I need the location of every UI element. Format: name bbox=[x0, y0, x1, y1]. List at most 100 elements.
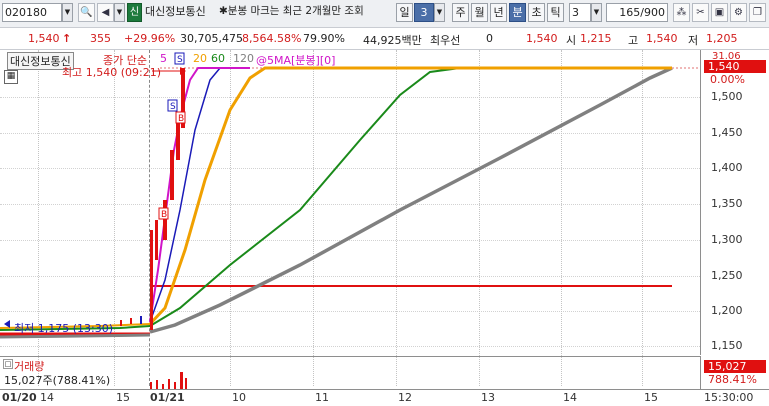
period-dropdown-button[interactable]: ▼ bbox=[434, 3, 445, 22]
speaker-dropdown-button[interactable]: ▼ bbox=[114, 3, 125, 22]
legend-ma20[interactable]: 20 bbox=[193, 52, 207, 65]
tab-year[interactable]: 년 bbox=[490, 3, 507, 22]
x-tick: 11 bbox=[315, 391, 329, 404]
volume-pct: 8,564.58% bbox=[242, 32, 302, 45]
x-tick: 10 bbox=[232, 391, 246, 404]
legend-ma5[interactable]: 5 bbox=[160, 52, 167, 65]
volume-pct-label: 788.41% bbox=[708, 373, 757, 386]
search-icon[interactable]: 🔍 bbox=[78, 3, 95, 22]
y-tick: 1,200 bbox=[711, 304, 743, 317]
sell-marker-icon: S bbox=[167, 99, 178, 112]
current-pct-label: 0.00% bbox=[710, 73, 745, 86]
volume-value-tag: 15,027 bbox=[704, 360, 766, 373]
priority-value: 0 bbox=[486, 32, 493, 45]
interval-dropdown-button[interactable]: ▼ bbox=[591, 3, 602, 22]
volume-bar bbox=[150, 382, 152, 389]
volume-bar bbox=[174, 382, 176, 389]
legend-ma60[interactable]: 60 bbox=[211, 52, 225, 65]
y-tick: 1,450 bbox=[711, 126, 743, 139]
quote-bar: 1,540 ↑ 355 +29.96% 30,705,475 8,564.58%… bbox=[0, 28, 769, 50]
volume-bar bbox=[180, 372, 183, 389]
sell-marker-icon: S bbox=[174, 52, 185, 65]
svg-text:S: S bbox=[177, 55, 183, 65]
volume-ratio: 79.90% bbox=[303, 32, 345, 45]
candle bbox=[150, 230, 153, 330]
tab-minute[interactable]: 분 bbox=[509, 3, 526, 22]
volume-bar bbox=[168, 379, 170, 389]
volume-bar bbox=[185, 378, 187, 389]
period-day-button[interactable]: 일 bbox=[396, 3, 413, 22]
minute-mark-notice: ✱분봉 마크는 최근 2개월만 조회 bbox=[219, 5, 364, 17]
high-label: 고 bbox=[628, 34, 639, 47]
y-tick: 1,500 bbox=[711, 90, 743, 103]
price-axis[interactable]: 1,500 1,450 1,400 1,350 1,300 1,250 1,20… bbox=[700, 50, 769, 355]
candle bbox=[155, 220, 158, 260]
gear-icon[interactable]: ⚙ bbox=[730, 3, 747, 22]
count-input[interactable]: 165/900 bbox=[606, 3, 668, 22]
low-value: 1,205 bbox=[706, 32, 738, 45]
toolbar: 020180 ▼ 🔍 ◀ ▼ 신 대신정보통신 ✱분봉 마크는 최근 2개월만 … bbox=[0, 0, 769, 28]
high-annotation: 최고 1,540 (09:21) bbox=[62, 66, 162, 79]
y-tick: 1,300 bbox=[711, 233, 743, 246]
trade-amount: 44,925백만 bbox=[363, 34, 422, 47]
speaker-icon[interactable]: ◀ bbox=[97, 3, 114, 22]
period-value-field[interactable]: 3 bbox=[414, 3, 434, 22]
priority-label: 최우선 bbox=[430, 34, 461, 47]
svg-text:B: B bbox=[161, 210, 167, 220]
volume-bars-svg bbox=[150, 372, 187, 389]
x-tick: 01/21 bbox=[150, 391, 185, 404]
y-tick: 1,350 bbox=[711, 197, 743, 210]
x-tick: 15 bbox=[644, 391, 658, 404]
candle bbox=[130, 318, 132, 324]
stock-code-input[interactable]: 020180 bbox=[2, 3, 62, 22]
candle bbox=[170, 150, 174, 200]
cursor-time: 15:30:00 bbox=[704, 391, 754, 404]
trade-volume: 30,705,475 bbox=[180, 32, 243, 45]
open-value: 1,215 bbox=[580, 32, 612, 45]
legend-extra-indicator[interactable]: @5MA[분봉][0] bbox=[256, 52, 335, 68]
candle bbox=[120, 320, 122, 326]
save-icon[interactable]: ▣ bbox=[711, 3, 728, 22]
price-chart-svg: S S B B bbox=[0, 52, 700, 339]
volume-bar bbox=[156, 380, 158, 389]
y-tick: 1,150 bbox=[711, 339, 743, 352]
x-tick: 01/20 bbox=[2, 391, 37, 404]
ma120-line bbox=[149, 66, 673, 334]
price-change-pct: +29.96% bbox=[124, 32, 176, 45]
candle bbox=[140, 316, 142, 324]
tab-month[interactable]: 월 bbox=[471, 3, 488, 22]
candle bbox=[176, 120, 180, 160]
open-label: 시 bbox=[566, 34, 577, 47]
arrow-left-icon bbox=[4, 320, 10, 328]
x-tick: 14 bbox=[563, 391, 577, 404]
tab-week[interactable]: 주 bbox=[452, 3, 469, 22]
buy-marker-icon: B bbox=[158, 207, 169, 220]
tab-second[interactable]: 초 bbox=[528, 3, 545, 22]
high-value: 1,540 bbox=[646, 32, 678, 45]
bid-price: 1,540 bbox=[526, 32, 558, 45]
table-icon[interactable]: ▦ bbox=[4, 70, 18, 84]
x-tick: 13 bbox=[481, 391, 495, 404]
code-dropdown-button[interactable]: ▼ bbox=[62, 3, 73, 22]
tab-tick[interactable]: 틱 bbox=[547, 3, 564, 22]
low-label: 저 bbox=[688, 34, 699, 47]
interval-input[interactable]: 3 bbox=[569, 3, 591, 22]
buy-marker-icon: B bbox=[175, 111, 186, 124]
stock-name: 대신정보통신 bbox=[145, 5, 206, 18]
legend-ma120[interactable]: 120 bbox=[233, 52, 254, 65]
candle bbox=[163, 200, 167, 240]
ma-blue-line bbox=[149, 67, 230, 323]
svg-text:S: S bbox=[170, 102, 176, 112]
chart-tools-icon[interactable]: ⁂ bbox=[673, 3, 690, 22]
x-tick: 14 bbox=[40, 391, 54, 404]
svg-text:B: B bbox=[178, 114, 184, 124]
window-icon[interactable]: ❐ bbox=[749, 3, 766, 22]
up-arrow-icon: ↑ bbox=[62, 32, 72, 45]
time-axis[interactable]: 01/20 14 15 01/21 10 11 12 13 14 15 15:3… bbox=[0, 389, 769, 406]
x-tick: 12 bbox=[398, 391, 412, 404]
price-change: 355 bbox=[90, 32, 111, 45]
y-tick: 1,250 bbox=[711, 269, 743, 282]
current-price: 1,540 bbox=[28, 32, 60, 45]
x-tick: 15 bbox=[116, 391, 130, 404]
scissors-icon[interactable]: ✂ bbox=[692, 3, 709, 22]
